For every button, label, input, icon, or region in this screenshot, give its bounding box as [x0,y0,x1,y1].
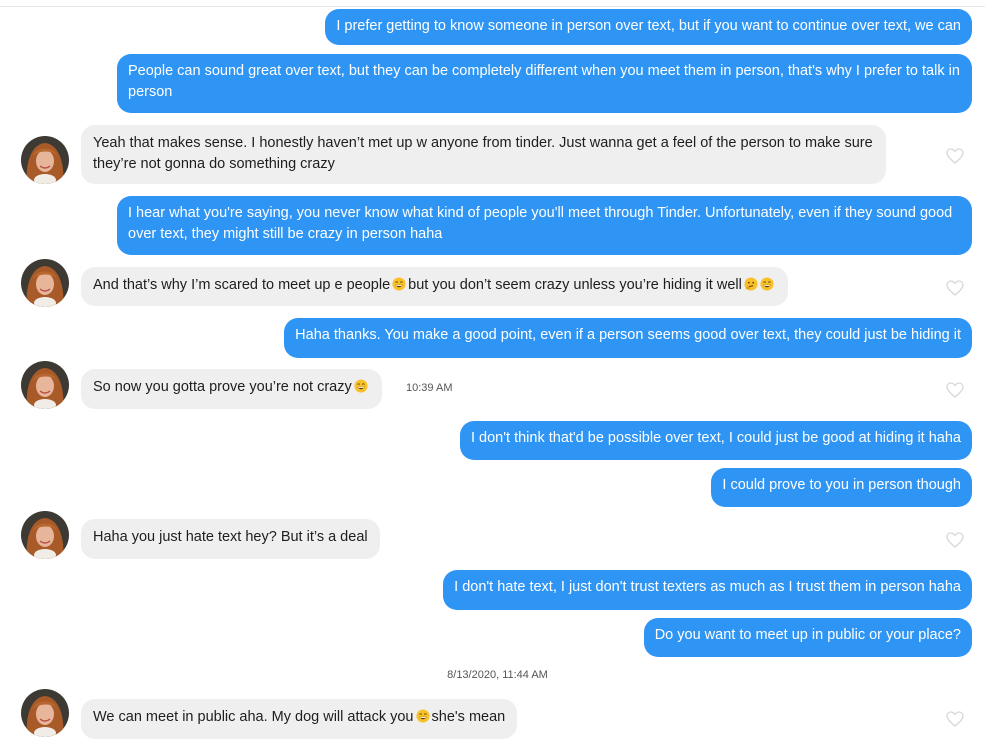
avatar[interactable] [21,511,69,559]
avatar[interactable] [21,259,69,307]
message-text: I hear what you're saying, you never kno… [128,205,953,242]
message-text: So now you gotta prove you’re not crazy [93,379,352,395]
message-text: Haha thanks. You make a good point, even… [295,327,961,343]
sent-message[interactable]: Haha thanks. You make a good point, even… [284,318,972,358]
message-text: Haha you just hate text hey? But it’s a … [93,529,368,545]
message-text: but you don’t seem crazy unless you’re h… [408,277,742,293]
sent-message[interactable]: Do you want to meet up in public or your… [643,618,972,657]
top-divider [0,6,985,7]
received-message[interactable]: And that’s why I’m scared to meet up e p… [81,267,788,306]
heart-outline-icon[interactable] [945,530,965,550]
message-text: Do you want to meet up in public or your… [654,627,961,643]
message-text: People can sound great over text, but th… [128,63,960,100]
thinking-emoji [744,277,758,291]
message-text: I could prove to you in person though [722,477,961,493]
sent-message[interactable]: I don't hate text, I just don't trust te… [443,570,972,610]
received-message[interactable]: We can meet in public aha. My dog will a… [81,699,518,739]
received-message[interactable]: Yeah that makes sense. I honestly haven’… [81,125,886,184]
heart-outline-icon[interactable] [945,146,965,166]
heart-outline-icon[interactable] [945,709,965,729]
grinning-sweat-emoji [392,277,406,291]
received-message[interactable]: Haha you just hate text hey? But it’s a … [81,519,380,559]
avatar[interactable] [21,361,69,409]
heart-outline-icon[interactable] [945,380,965,400]
sent-message[interactable]: I don't think that'd be possible over te… [460,421,972,460]
heart-outline-icon[interactable] [945,278,965,298]
sent-message[interactable]: People can sound great over text, but th… [117,54,972,113]
message-text: And that’s why I’m scared to meet up e p… [93,277,391,293]
sent-message[interactable]: I prefer getting to know someone in pers… [325,9,972,45]
message-text: she's mean [431,709,506,725]
message-timestamp: 10:39 AM [406,382,453,394]
avatar[interactable] [21,689,69,737]
grinning-sweat-emoji [760,277,774,291]
message-text: I don't think that'd be possible over te… [471,430,961,446]
sent-message[interactable]: I hear what you're saying, you never kno… [117,196,972,255]
message-text: I don't hate text, I just don't trust te… [454,579,961,595]
avatar[interactable] [21,136,69,184]
date-separator: 8/13/2020, 11:44 AM [447,669,548,681]
grinning-sweat-emoji [354,379,368,393]
received-message[interactable]: So now you gotta prove you’re not crazy [81,369,382,409]
message-text: Yeah that makes sense. I honestly haven’… [93,135,873,172]
sent-message[interactable]: I could prove to you in person though [711,468,972,507]
grinning-sweat-emoji [416,709,430,723]
message-text: We can meet in public aha. My dog will a… [93,709,414,725]
message-text: I prefer getting to know someone in pers… [336,18,961,34]
